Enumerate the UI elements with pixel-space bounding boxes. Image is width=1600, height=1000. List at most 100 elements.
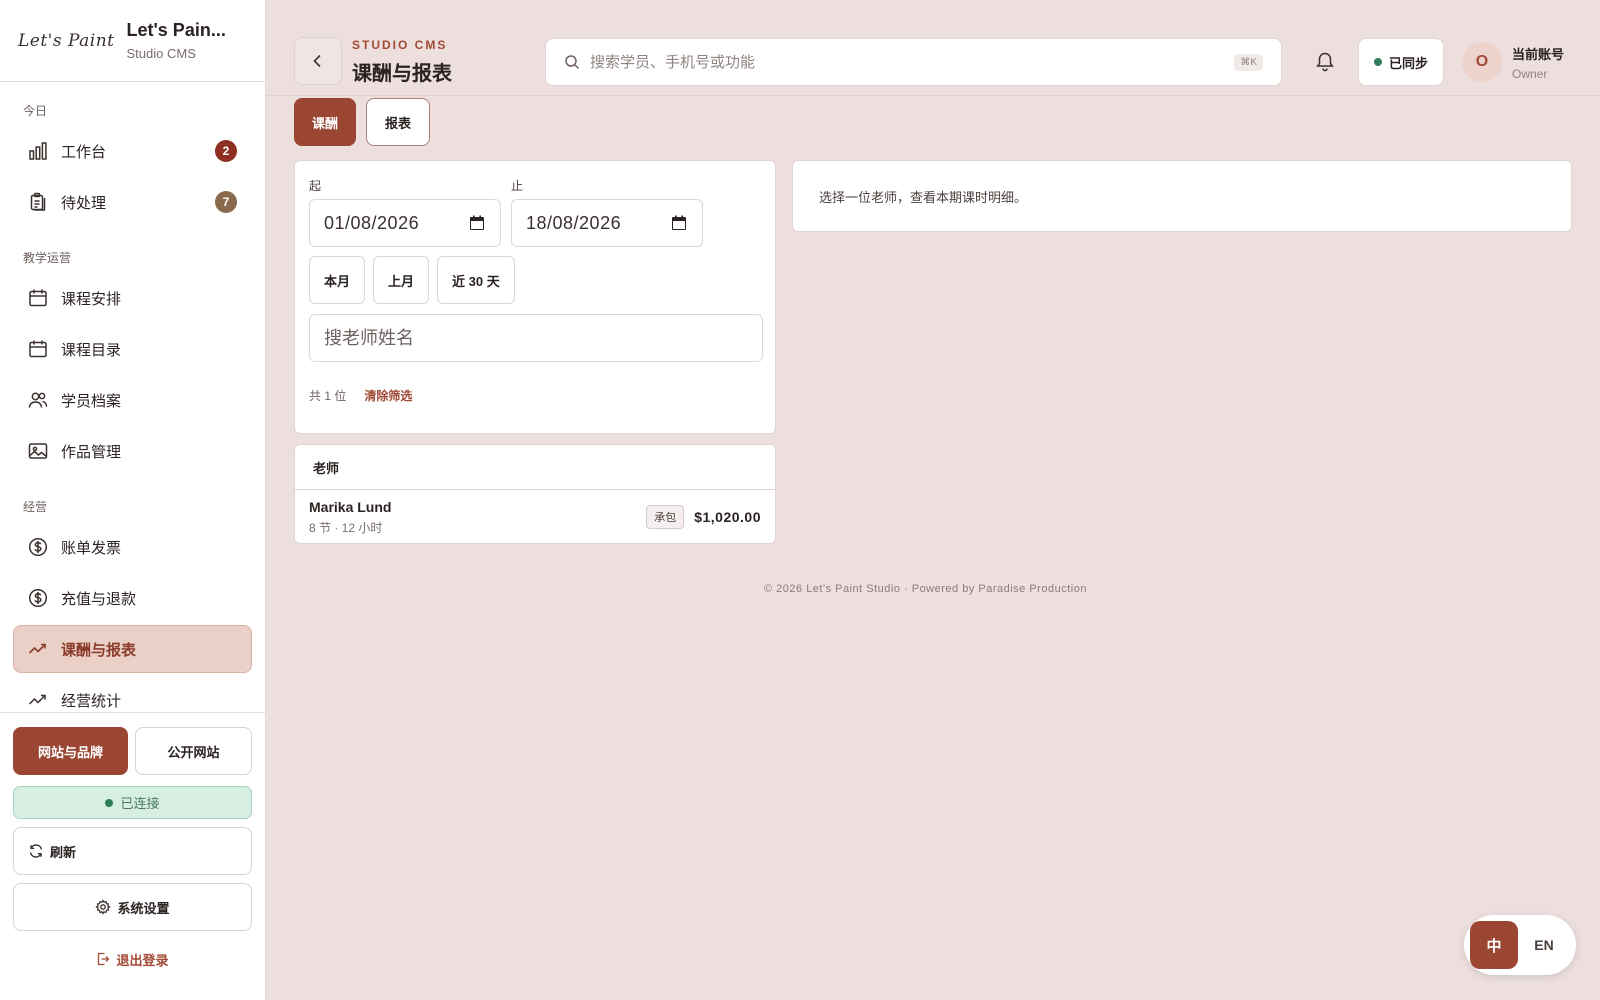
settings-label: 系统设置 xyxy=(117,900,170,916)
date-to-value: 18/08/2026 xyxy=(526,212,622,233)
section-label-teaching: 教学运营 xyxy=(23,251,72,265)
notifications-button[interactable] xyxy=(1312,48,1338,74)
brand-header[interactable]: Let's Paint Let's Pain... Studio CMS xyxy=(0,0,265,82)
section-label-business: 经营 xyxy=(23,500,48,514)
range-this-month-button[interactable]: 本月 xyxy=(309,256,366,304)
count-badge: 2 xyxy=(215,140,237,162)
date-to-input[interactable]: 18/08/2026 xyxy=(511,199,703,247)
trend-icon xyxy=(28,694,46,705)
search-input[interactable] xyxy=(590,53,1235,71)
teacher-info: Marika Lund 8 节 · 12 小时 xyxy=(309,499,646,536)
refresh-icon xyxy=(29,844,43,858)
sidebar-item-label: 课酬与报表 xyxy=(61,641,137,659)
sync-status-button[interactable]: 已同步 xyxy=(1358,38,1444,86)
teacher-amount: $1,020.00 xyxy=(694,509,761,525)
teacher-search-input[interactable] xyxy=(309,314,763,362)
section-label-today: 今日 xyxy=(23,104,48,118)
back-button[interactable] xyxy=(294,37,342,85)
dollar-circle-icon xyxy=(28,537,48,557)
sidebar-item-label: 账单发票 xyxy=(61,539,122,557)
sidebar-item-invoices[interactable]: 账单发票 xyxy=(13,523,252,571)
filter-panel: 起 01/08/2026 止 18/08/2026 本月 上月 近 30 天 共… xyxy=(294,160,776,434)
sidebar-item-catalog[interactable]: 课程目录 xyxy=(13,325,252,373)
status-dot xyxy=(105,798,114,807)
website-brand-button[interactable]: 网站与品牌 xyxy=(13,727,128,775)
page-title: 课酬与报表 xyxy=(352,63,452,85)
gear-icon xyxy=(95,899,112,915)
calendar-icon xyxy=(29,289,47,307)
result-count: 共 1 位 xyxy=(309,389,347,403)
sidebar-item-label: 课程目录 xyxy=(61,341,122,359)
language-zh-button[interactable]: 中 xyxy=(1470,921,1518,969)
range-last-month-button[interactable]: 上月 xyxy=(373,256,430,304)
detail-panel: 选择一位老师，查看本期课时明细。 xyxy=(792,160,1572,232)
calendar-icon xyxy=(29,340,47,358)
status-dot xyxy=(1373,58,1382,66)
search-icon xyxy=(565,55,580,70)
sidebar-item-topup-refund[interactable]: 充值与退款 xyxy=(13,574,252,622)
sidebar-item-pending[interactable]: 待处理 7 xyxy=(13,178,252,226)
page-footer: © 2026 Let's Paint Studio · Powered by P… xyxy=(764,583,1087,595)
logout-label: 退出登录 xyxy=(116,952,169,968)
sidebar-item-label: 经营统计 xyxy=(61,692,122,710)
sidebar-item-label: 课程安排 xyxy=(61,290,122,308)
teacher-list: 老师 Marika Lund 8 节 · 12 小时 承包 $1,020.00 xyxy=(294,444,776,544)
dollar-circle-icon xyxy=(28,588,48,608)
calendar-icon[interactable] xyxy=(468,214,486,232)
sidebar-item-label: 作品管理 xyxy=(61,443,122,461)
account-role: Owner xyxy=(1512,67,1548,81)
page-heading: STUDIO CMS 课酬与报表 xyxy=(352,38,452,86)
range-last-30-days-button[interactable]: 近 30 天 xyxy=(437,256,515,304)
sidebar-item-label: 充值与退款 xyxy=(61,590,137,608)
clear-filters-link[interactable]: 清除筛选 xyxy=(364,387,412,404)
teacher-name: Marika Lund xyxy=(309,498,392,515)
refresh-button[interactable]: 刷新 xyxy=(13,827,252,875)
bar-chart-icon xyxy=(29,142,47,160)
view-tabs: 课酬 报表 xyxy=(294,98,431,146)
sync-status-label: 已同步 xyxy=(1388,55,1428,71)
brand-name: Let's Pain... xyxy=(126,20,226,40)
sidebar: Let's Paint Let's Pain... Studio CMS 今日 … xyxy=(0,0,266,1000)
bell-icon xyxy=(1316,52,1334,72)
avatar[interactable]: O xyxy=(1462,42,1502,82)
sidebar-item-students[interactable]: 学员档案 xyxy=(13,376,252,424)
tab-payroll[interactable]: 课酬 xyxy=(294,98,357,146)
teacher-meta: 8 节 · 12 小时 xyxy=(309,520,383,535)
sidebar-item-label: 学员档案 xyxy=(61,392,122,410)
filter-summary: 共 1 位 清除筛选 xyxy=(309,387,412,404)
logout-icon xyxy=(98,952,110,966)
sidebar-item-schedule[interactable]: 课程安排 xyxy=(13,274,252,322)
public-site-button[interactable]: 公开网站 xyxy=(135,727,252,775)
sidebar-item-payroll-reports[interactable]: 课酬与报表 xyxy=(13,625,252,673)
sidebar-item-label: 待处理 xyxy=(61,194,107,212)
sidebar-item-label: 工作台 xyxy=(61,143,107,161)
page-eyebrow: STUDIO CMS xyxy=(352,38,448,52)
top-bar: STUDIO CMS 课酬与报表 ⌘K 已同步 O 当前账号 Owner xyxy=(266,0,1600,96)
sidebar-nav: 今日 工作台 2 待处理 7 教学运营 课程安排 课程目录 学员档案 作品管理 xyxy=(0,82,265,724)
language-en-button[interactable]: EN xyxy=(1518,937,1570,953)
tab-reports[interactable]: 报表 xyxy=(366,98,431,146)
logout-button[interactable]: 退出登录 xyxy=(13,939,252,979)
quick-range-buttons: 本月 上月 近 30 天 xyxy=(309,256,515,304)
brand-subtitle: Studio CMS xyxy=(126,46,196,61)
language-switcher: 中 EN xyxy=(1464,915,1576,975)
refresh-label: 刷新 xyxy=(50,844,77,860)
settings-button[interactable]: 系统设置 xyxy=(13,883,252,931)
connection-status-label: 已连接 xyxy=(120,796,160,811)
account-info[interactable]: 当前账号 Owner xyxy=(1512,44,1564,81)
brand-logo: Let's Paint xyxy=(18,30,115,51)
image-icon xyxy=(28,443,48,459)
count-badge: 7 xyxy=(215,191,237,213)
global-search[interactable]: ⌘K xyxy=(545,38,1282,86)
date-from-input[interactable]: 01/08/2026 xyxy=(309,199,501,247)
sidebar-item-dashboard[interactable]: 工作台 2 xyxy=(13,127,252,175)
contract-tag: 承包 xyxy=(646,505,685,529)
search-shortcut-hint: ⌘K xyxy=(1234,53,1263,71)
date-to-label: 止 xyxy=(511,179,524,193)
sidebar-item-artworks[interactable]: 作品管理 xyxy=(13,427,252,475)
sidebar-footer: 网站与品牌 公开网站 已连接 刷新 系统设置 退出登录 xyxy=(0,712,265,979)
calendar-icon[interactable] xyxy=(670,214,688,232)
teacher-row[interactable]: Marika Lund 8 节 · 12 小时 承包 $1,020.00 xyxy=(295,490,775,544)
account-name: 当前账号 xyxy=(1512,47,1565,62)
detail-empty-text: 选择一位老师，查看本期课时明细。 xyxy=(819,189,1028,205)
